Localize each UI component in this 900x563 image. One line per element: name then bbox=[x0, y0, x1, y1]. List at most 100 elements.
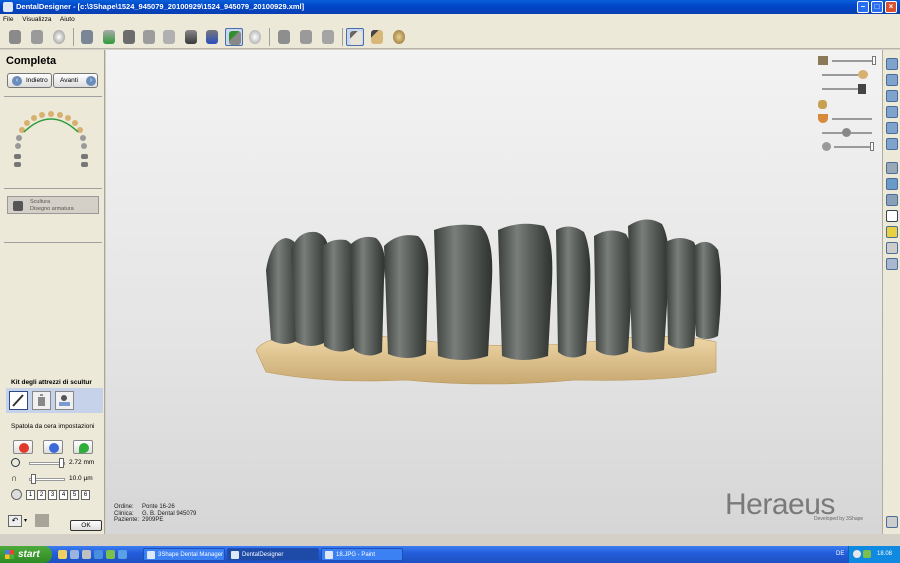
menu-view[interactable]: Visualizza bbox=[22, 16, 51, 23]
sculpt-framework-button[interactable]: Scultura Disegno armatura bbox=[7, 196, 99, 214]
view-right-icon[interactable] bbox=[886, 138, 898, 150]
crown-icon bbox=[818, 100, 827, 109]
view-top-icon[interactable] bbox=[886, 90, 898, 102]
warning-icon[interactable] bbox=[886, 226, 898, 238]
preset-6-button[interactable]: 6 bbox=[81, 490, 90, 500]
preset-3-button[interactable]: 3 bbox=[48, 490, 57, 500]
maximize-button[interactable]: □ bbox=[871, 1, 883, 13]
smooth-material-button[interactable] bbox=[73, 440, 93, 454]
3d-viewport[interactable]: Ordine: Ponte 16-26 Clinica: G. B. Dental … bbox=[106, 50, 882, 534]
network-icon[interactable] bbox=[863, 550, 871, 558]
windows-taskbar: start 3Shape Dental Manager DentalDesign… bbox=[0, 546, 900, 563]
visibility-slider-model[interactable] bbox=[818, 56, 878, 66]
grid-icon[interactable] bbox=[886, 242, 898, 254]
tooth-coping-icon[interactable] bbox=[140, 28, 158, 46]
disc-icon[interactable] bbox=[50, 28, 68, 46]
shape-tool[interactable] bbox=[55, 391, 74, 410]
menu-file[interactable]: File bbox=[3, 16, 13, 23]
task-dental-designer[interactable]: DentalDesigner bbox=[227, 548, 319, 561]
tooth-abutment-icon[interactable] bbox=[182, 28, 200, 46]
arch-upper-teeth[interactable] bbox=[15, 111, 87, 149]
ok-button[interactable]: OK bbox=[70, 520, 102, 531]
view-back-icon[interactable] bbox=[886, 74, 898, 86]
sculpt-tool-icon[interactable] bbox=[346, 28, 364, 46]
language-indicator[interactable]: DE bbox=[836, 546, 844, 563]
view-left-icon[interactable] bbox=[886, 122, 898, 134]
add-material-button[interactable] bbox=[13, 440, 33, 454]
folder-icon[interactable] bbox=[58, 550, 67, 559]
antagonist-icon bbox=[822, 142, 831, 151]
windows-flag-icon bbox=[5, 550, 14, 559]
tooth-arch-diagram[interactable] bbox=[10, 108, 92, 172]
minimize-button[interactable]: – bbox=[857, 1, 869, 13]
brand-subtitle: Developed by 3Shape bbox=[814, 516, 864, 522]
ie-icon[interactable] bbox=[118, 550, 127, 559]
visibility-slider-gingiva[interactable] bbox=[818, 70, 878, 80]
visibility-slider-antagonist[interactable] bbox=[818, 142, 878, 152]
import-icon[interactable] bbox=[6, 28, 24, 46]
smooth-tool[interactable] bbox=[32, 391, 51, 410]
size-slider-row: 2.72 mm bbox=[11, 457, 103, 469]
case-info: Ordine: Ponte 16-26 Clinica: G. B. Dental … bbox=[114, 504, 197, 523]
task-paint[interactable]: 18.JPG - Paint bbox=[321, 548, 403, 561]
puzzle-icon[interactable] bbox=[275, 28, 293, 46]
arrow-left-icon: ‹ bbox=[12, 76, 22, 86]
visibility-slider-preparation[interactable] bbox=[818, 128, 878, 138]
screenshot-icon[interactable] bbox=[886, 516, 898, 528]
disc-icon[interactable] bbox=[246, 28, 264, 46]
view-bottom-icon[interactable] bbox=[886, 106, 898, 118]
tray-icon[interactable] bbox=[853, 550, 861, 558]
start-button[interactable]: start bbox=[0, 546, 52, 563]
measure-icon[interactable] bbox=[886, 178, 898, 190]
refresh-icon[interactable] bbox=[11, 489, 22, 500]
window-titlebar: DentalDesigner - [c:\3Shape\1524_945079_… bbox=[0, 0, 900, 14]
thickness-slider-thumb[interactable] bbox=[31, 474, 36, 484]
browser-icon[interactable] bbox=[106, 550, 115, 559]
undo-dropdown-icon[interactable]: ▾ bbox=[24, 517, 27, 524]
desktop-icon[interactable] bbox=[70, 550, 79, 559]
wax-icon bbox=[818, 114, 828, 123]
app-icon bbox=[3, 2, 13, 12]
close-button[interactable]: × bbox=[885, 1, 897, 13]
visibility-slider-crown[interactable] bbox=[818, 100, 878, 110]
section-icon[interactable] bbox=[886, 194, 898, 206]
preset-5-button[interactable]: 5 bbox=[70, 490, 79, 500]
color-swatch[interactable] bbox=[35, 514, 49, 527]
menu-help[interactable]: Aiuto bbox=[60, 16, 75, 23]
cluster-icon[interactable] bbox=[319, 28, 337, 46]
dental-model-render[interactable] bbox=[106, 50, 882, 534]
arch-lower-teeth[interactable] bbox=[14, 154, 88, 167]
preset-4-button[interactable]: 4 bbox=[59, 490, 68, 500]
tooth-model-icon[interactable] bbox=[120, 28, 138, 46]
visibility-slider-abutment[interactable] bbox=[818, 84, 878, 94]
plus-icon bbox=[19, 443, 29, 453]
calculator-icon[interactable] bbox=[82, 550, 91, 559]
fit-view-icon[interactable] bbox=[886, 162, 898, 174]
size-slider-thumb[interactable] bbox=[59, 458, 64, 468]
eye-icon[interactable] bbox=[886, 210, 898, 222]
tooth-preparation-icon[interactable] bbox=[100, 28, 118, 46]
clock[interactable]: 18.08 bbox=[877, 546, 892, 563]
wax-knife-tool[interactable] bbox=[9, 391, 28, 410]
bowl-icon[interactable] bbox=[390, 28, 408, 46]
undo-icon[interactable]: ↶ bbox=[8, 515, 22, 527]
explorer-icon[interactable] bbox=[94, 550, 103, 559]
axis-icon[interactable] bbox=[886, 258, 898, 270]
check-tooth-icon[interactable] bbox=[225, 28, 243, 46]
wax-tool-icon[interactable] bbox=[368, 28, 386, 46]
visibility-slider-wax[interactable] bbox=[818, 114, 878, 124]
preset-1-button[interactable]: 1 bbox=[26, 490, 35, 500]
group-icon[interactable] bbox=[297, 28, 315, 46]
back-button[interactable]: ‹ Indietro bbox=[7, 73, 52, 88]
remove-material-button[interactable] bbox=[43, 440, 63, 454]
preset-2-button[interactable]: 2 bbox=[37, 490, 46, 500]
calculator-icon[interactable] bbox=[78, 28, 96, 46]
size-value: 2.72 mm bbox=[69, 459, 95, 466]
view-front-icon[interactable] bbox=[886, 58, 898, 70]
tooth-implant-icon[interactable] bbox=[203, 28, 221, 46]
task-dental-manager[interactable]: 3Shape Dental Manager bbox=[143, 548, 225, 561]
crown-bridge bbox=[266, 219, 721, 360]
document-icon[interactable] bbox=[28, 28, 46, 46]
forward-button[interactable]: Avanti › bbox=[53, 73, 98, 88]
tooth-crown-icon[interactable] bbox=[160, 28, 178, 46]
